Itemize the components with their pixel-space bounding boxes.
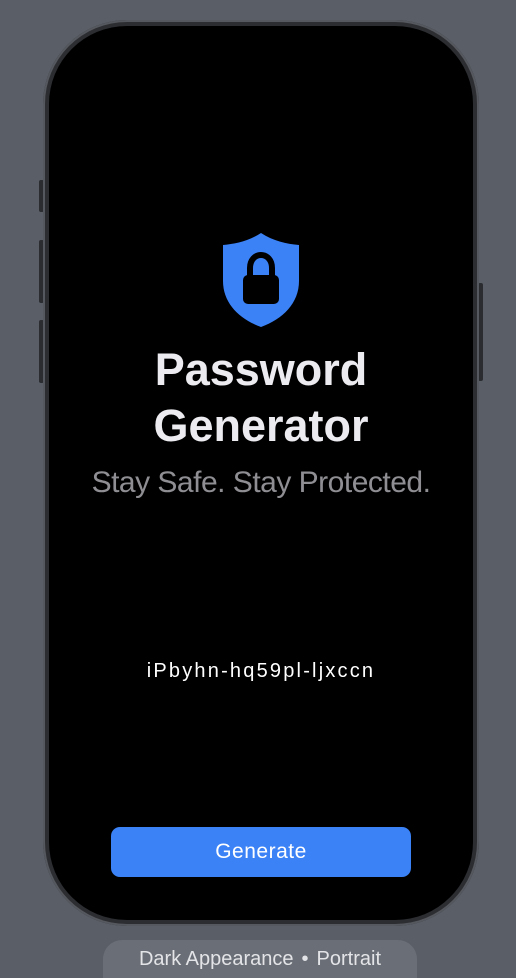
separator-dot: •	[301, 948, 309, 970]
lock-shield-icon	[223, 233, 299, 327]
appearance-label: Dark Appearance	[138, 948, 294, 970]
app-title-line1: Password	[154, 344, 368, 395]
phone-screen: Password Generator Stay Safe. Stay Prote…	[49, 26, 473, 920]
preview-variant-label[interactable]: Dark Appearance • Portrait	[103, 940, 417, 978]
tagline: Stay Safe. Stay Protected.	[91, 466, 431, 499]
app-title: Password Generator	[49, 342, 473, 454]
preview-canvas: Password Generator Stay Safe. Stay Prote…	[0, 0, 516, 978]
app-title-line2: Generator	[153, 400, 369, 451]
generate-button[interactable]: Generate	[111, 827, 411, 877]
generated-password: iPbyhn-hq59pl-ljxccn	[146, 660, 376, 682]
phone-frame: Password Generator Stay Safe. Stay Prote…	[43, 20, 479, 926]
orientation-label: Portrait	[316, 948, 382, 970]
